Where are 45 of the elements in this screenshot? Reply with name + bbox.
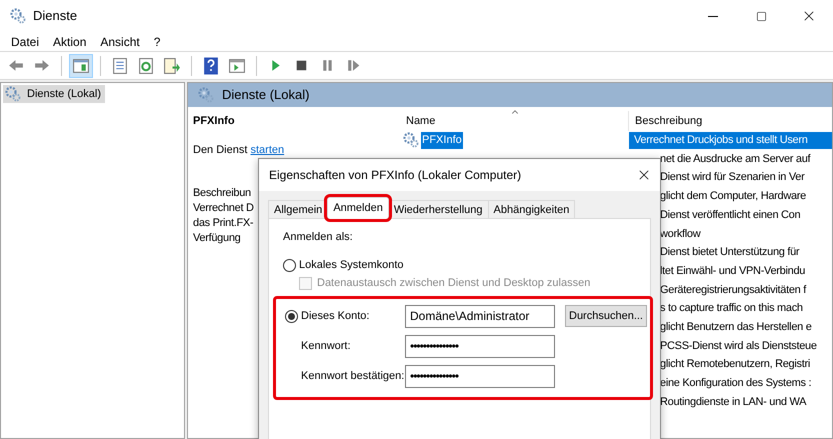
action-text: Den Dienst [193, 142, 248, 158]
password-field[interactable]: ••••••••••••••• [405, 334, 555, 358]
export-list-icon [163, 56, 181, 74]
pane-toggle-icon [72, 56, 90, 74]
service-name: PFXInfo [193, 114, 236, 129]
tab[interactable]: Anmelden [327, 197, 389, 219]
field-label: Kennwort: [300, 338, 352, 354]
console-view-icon [228, 56, 246, 74]
tab[interactable]: Abhängigkeiten [488, 200, 576, 219]
description-text: das Print.FX- [193, 216, 254, 231]
help-icon [202, 56, 220, 74]
service-gear-icon [403, 132, 419, 148]
checkbox-label: Datenaustausch zwischen Dienst und Desktop zulassen [317, 276, 590, 292]
description-text: Verfügung [193, 231, 240, 246]
window-title: Dienste [33, 7, 78, 26]
description-text: Verrechnet D [193, 201, 254, 216]
properties-icon [111, 56, 129, 74]
table-cell[interactable]: Verrechnet Druckjobs und stellt Usern [629, 132, 832, 149]
radio-label: Dieses Konto: [301, 308, 370, 324]
browse-button[interactable]: Durchsuchen... [565, 305, 647, 327]
menu-item[interactable]: Ansicht [93, 32, 147, 52]
refresh-icon [137, 56, 155, 74]
account-field[interactable]: Domäne\Administrator [405, 304, 555, 328]
table-cell[interactable]: PFXInfo [421, 132, 463, 149]
description-text: Beschreibun [193, 186, 251, 201]
pane-toggle-button[interactable] [69, 54, 93, 78]
start-link[interactable]: starten [250, 142, 284, 158]
radio-button[interactable] [283, 259, 296, 272]
pane-title: Dienste (Lokal) [222, 86, 310, 104]
maximize-icon [756, 10, 766, 22]
tree-item[interactable]: Dienste (Lokal) [3, 85, 105, 103]
services-gear-icon [10, 8, 26, 24]
password-field[interactable]: ••••••••••••••• [405, 364, 555, 388]
menu-item[interactable]: Aktion [46, 32, 94, 52]
description-column-header[interactable]: Beschreibung [629, 111, 702, 131]
field-label: Kennwort bestätigen: [300, 368, 405, 384]
radio-label: Lokales Systemkonto [299, 258, 404, 274]
gear-icon [198, 87, 214, 103]
radio-button[interactable] [285, 310, 298, 322]
menu-item[interactable]: ? [146, 32, 168, 52]
name-column-header[interactable]: Name [391, 111, 629, 131]
menu-item[interactable]: Datei [4, 32, 46, 52]
logon-label: Anmelden als: [283, 230, 354, 245]
dialog-title: Eigenschaften von PFXInfo (Lokaler Computer) [269, 167, 522, 184]
gear-icon [5, 86, 21, 102]
